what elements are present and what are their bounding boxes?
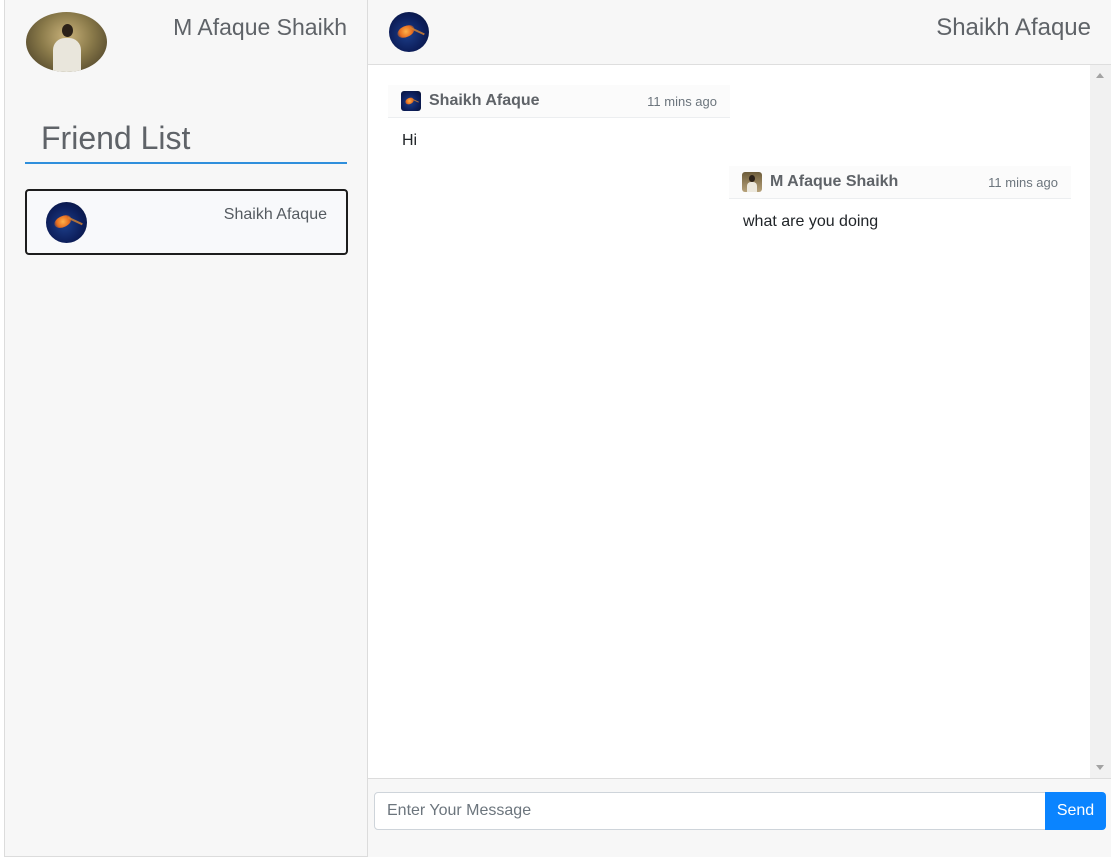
avatar-body-shape bbox=[53, 38, 81, 72]
scroll-down-arrow-icon[interactable] bbox=[1096, 765, 1104, 770]
message-text: what are you doing bbox=[743, 213, 879, 230]
avatar-head-shape bbox=[62, 24, 73, 37]
current-user-avatar[interactable] bbox=[26, 12, 107, 72]
friend-list-item[interactable]: Shaikh Afaque bbox=[25, 189, 348, 255]
chat-contact-avatar[interactable] bbox=[389, 12, 429, 52]
message-text: Hi bbox=[402, 132, 418, 149]
message-list[interactable]: Shaikh Afaque 11 mins ago Hi M Afaque Sh… bbox=[368, 65, 1111, 778]
current-user-name: M Afaque Shaikh bbox=[173, 14, 347, 40]
message-composer: Send bbox=[368, 778, 1111, 857]
message-input[interactable] bbox=[374, 792, 1046, 830]
scroll-up-arrow-icon[interactable] bbox=[1096, 73, 1104, 78]
friend-avatar bbox=[46, 202, 87, 243]
chat-header: Shaikh Afaque bbox=[368, 0, 1111, 65]
message-header: M Afaque Shaikh 11 mins ago bbox=[729, 166, 1071, 199]
message-sender: Shaikh Afaque bbox=[429, 92, 540, 109]
sender-avatar bbox=[742, 172, 762, 192]
chat-contact-name: Shaikh Afaque bbox=[936, 14, 1091, 41]
message-header: Shaikh Afaque 11 mins ago bbox=[388, 85, 730, 118]
friend-name: Shaikh Afaque bbox=[223, 206, 327, 223]
message-time: 11 mins ago bbox=[988, 175, 1058, 190]
message-time: 11 mins ago bbox=[647, 94, 717, 109]
message-item: M Afaque Shaikh 11 mins ago what are you… bbox=[729, 166, 1071, 245]
message-sender: M Afaque Shaikh bbox=[770, 173, 899, 190]
message-item: Shaikh Afaque 11 mins ago Hi bbox=[388, 85, 730, 164]
sidebar: M Afaque Shaikh Friend List Shaikh Afaqu… bbox=[4, 0, 368, 857]
send-button[interactable]: Send bbox=[1045, 792, 1106, 830]
chat-panel: Shaikh Afaque Shaikh Afaque 11 mins ago … bbox=[368, 0, 1111, 857]
message-scrollbar[interactable] bbox=[1090, 65, 1111, 778]
sender-avatar bbox=[401, 91, 421, 111]
friend-list-title: Friend List bbox=[25, 116, 347, 164]
chat-app: M Afaque Shaikh Friend List Shaikh Afaqu… bbox=[0, 0, 1111, 857]
